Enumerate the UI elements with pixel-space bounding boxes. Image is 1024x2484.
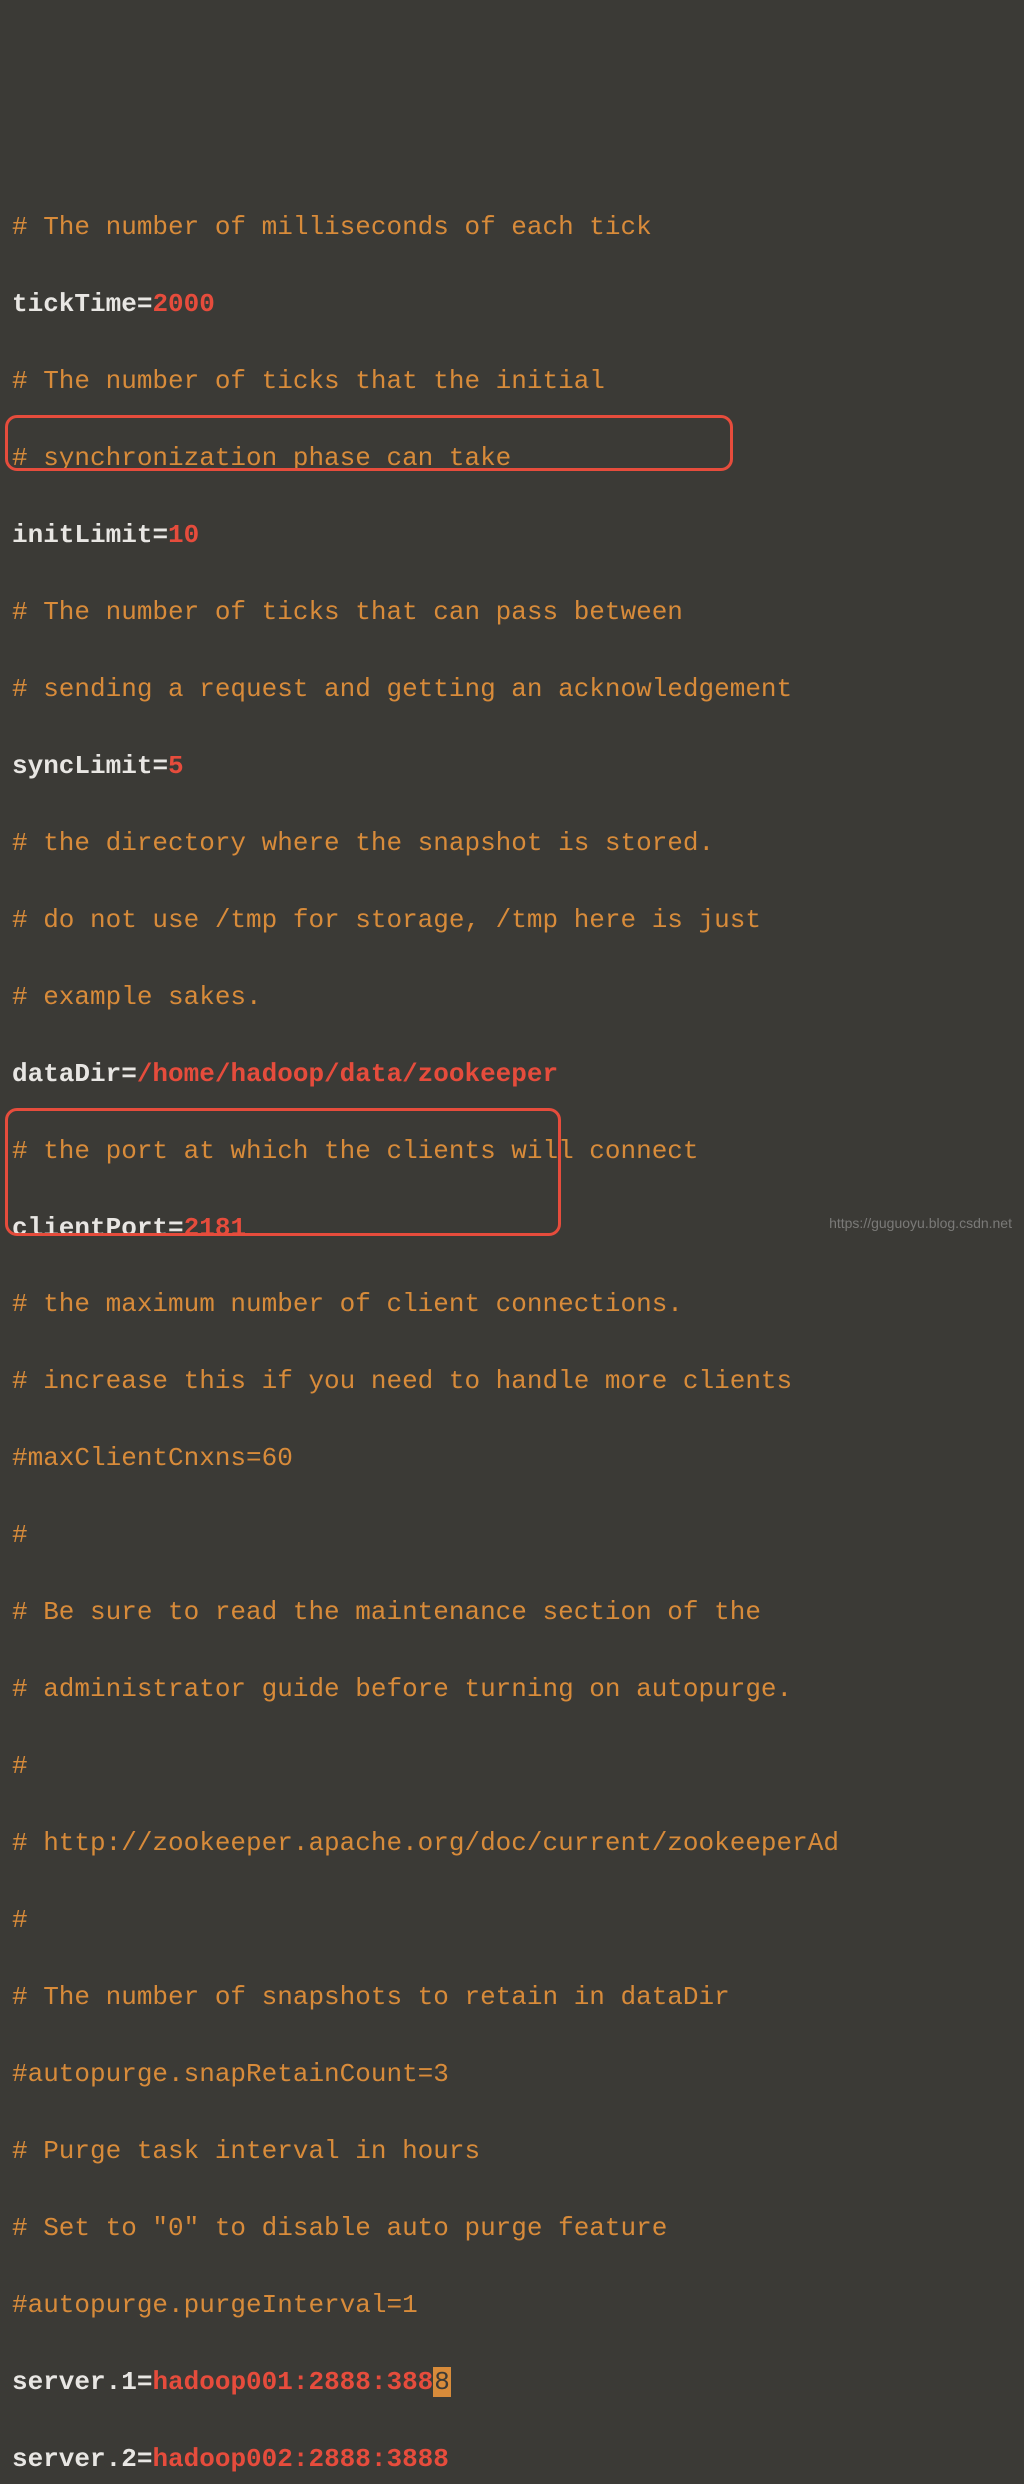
comment-line: #autopurge.purgeInterval=1 [12, 2290, 418, 2320]
config-value-initlimit: 10 [168, 520, 199, 550]
comment-line: # The number of ticks that the initial [12, 366, 605, 396]
config-key-synclimit: syncLimit [12, 751, 152, 781]
comment-line: #autopurge.snapRetainCount=3 [12, 2059, 449, 2089]
config-key-datadir: dataDir [12, 1059, 121, 1089]
config-key-ticktime: tickTime [12, 289, 137, 319]
comment-line: # the directory where the snapshot is st… [12, 828, 714, 858]
comment-line: # do not use /tmp for storage, /tmp here… [12, 905, 761, 935]
comment-line: # [12, 1751, 28, 1781]
comment-line: # the port at which the clients will con… [12, 1136, 699, 1166]
comment-line: # example sakes. [12, 982, 262, 1012]
config-value-server2: hadoop002:2888:3888 [152, 2444, 448, 2474]
config-key-server1: server.1 [12, 2367, 137, 2397]
watermark-text: https://guguoyu.blog.csdn.net [829, 1213, 1012, 1234]
comment-line: # The number of ticks that can pass betw… [12, 597, 683, 627]
comment-line: # Set to "0" to disable auto purge featu… [12, 2213, 667, 2243]
comment-line: # the maximum number of client connectio… [12, 1289, 683, 1319]
config-key-server2: server.2 [12, 2444, 137, 2474]
config-key-initlimit: initLimit [12, 520, 152, 550]
comment-line: # Be sure to read the maintenance sectio… [12, 1597, 761, 1627]
comment-line: # The number of snapshots to retain in d… [12, 1982, 730, 2012]
comment-line: # [12, 1520, 28, 1550]
cursor-icon: 8 [433, 2367, 451, 2397]
comment-line: # The number of milliseconds of each tic… [12, 212, 652, 242]
comment-line: # http://zookeeper.apache.org/doc/curren… [12, 1828, 839, 1858]
comment-line: # synchronization phase can take [12, 443, 511, 473]
comment-line: # sending a request and getting an ackno… [12, 674, 792, 704]
config-value-datadir: /home/hadoop/data/zookeeper [137, 1059, 558, 1089]
config-key-clientport: clientPort [12, 1213, 168, 1243]
comment-line: # Purge task interval in hours [12, 2136, 480, 2166]
config-value-synclimit: 5 [168, 751, 184, 781]
config-value-server1: hadoop001:2888:388 [152, 2367, 433, 2397]
comment-line: #maxClientCnxns=60 [12, 1443, 293, 1473]
config-value-clientport: 2181 [184, 1213, 246, 1243]
config-file-editor[interactable]: # The number of milliseconds of each tic… [12, 170, 1012, 2484]
comment-line: # administrator guide before turning on … [12, 1674, 792, 1704]
config-value-ticktime: 2000 [152, 289, 214, 319]
comment-line: # [12, 1905, 28, 1935]
comment-line: # increase this if you need to handle mo… [12, 1366, 792, 1396]
